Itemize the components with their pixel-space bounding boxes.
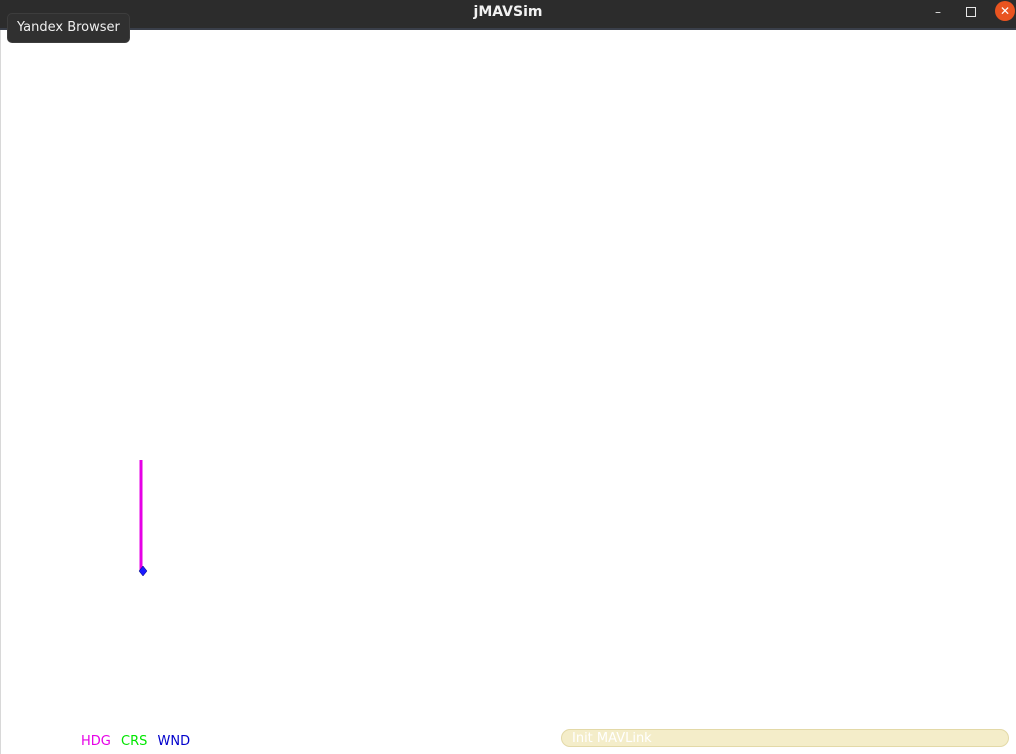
simulation-view[interactable] [0,30,1016,754]
window-title: jMAVSim [473,4,543,20]
maximize-button[interactable] [961,2,981,22]
legend-wnd: WND [157,734,191,749]
jmavsim-window: jMAVSim – ✕ Yandex Browser HDG CRS WND I… [0,0,1016,754]
minimize-icon: – [935,5,941,19]
status-bar: Init MAVLink [561,729,1009,747]
legend-hdg: HDG [81,734,111,749]
title-bar[interactable]: jMAVSim – ✕ [0,0,1016,30]
close-icon: ✕ [999,4,1011,18]
hud-legend: HDG CRS WND [81,734,196,749]
minimize-button[interactable]: – [928,2,948,22]
maximize-icon [966,7,976,17]
legend-crs: CRS [121,734,148,749]
close-button[interactable]: ✕ [995,1,1015,21]
